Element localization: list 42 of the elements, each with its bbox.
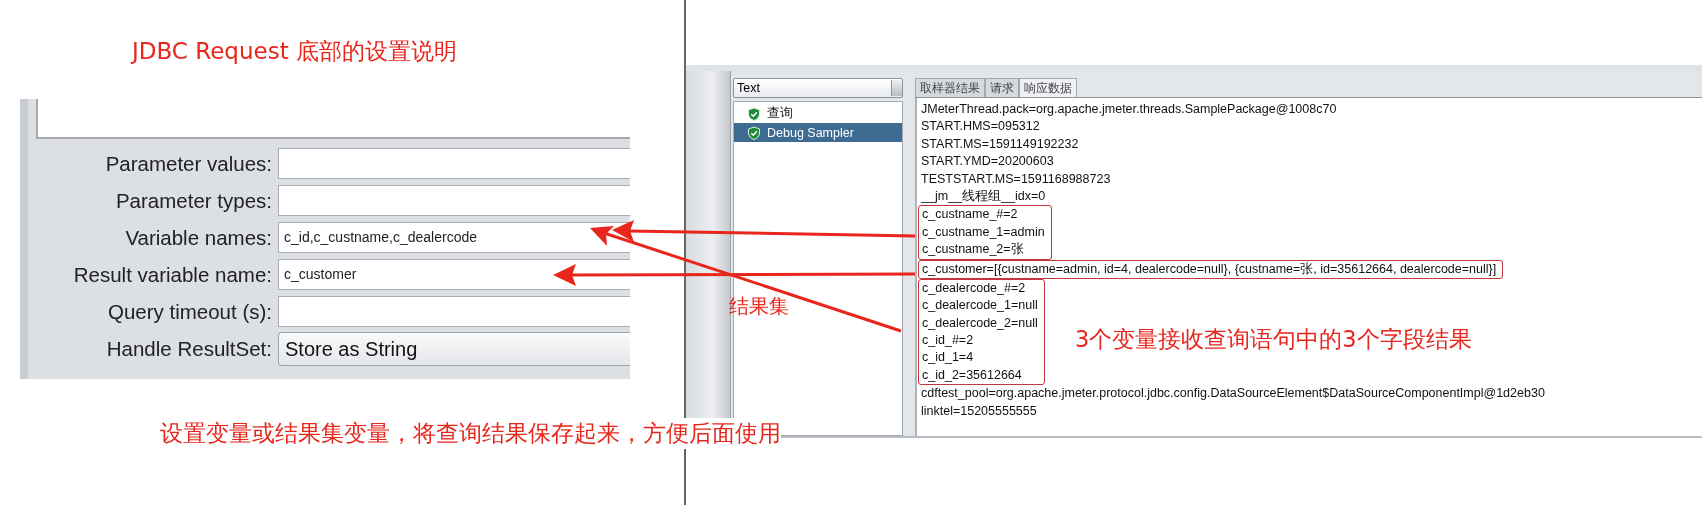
response-line: c_id_1=4: [921, 349, 975, 367]
response-line: JMeterThread.pack=org.apache.jmeter.threads.SamplePackage@1008c70: [920, 101, 1338, 118]
input-field[interactable]: c_customer: [278, 259, 630, 290]
tab[interactable]: 取样器结果: [915, 78, 985, 97]
tree-item[interactable]: Debug Sampler: [734, 123, 902, 142]
response-line: c_custname_2=张: [921, 241, 1025, 259]
input-field[interactable]: [278, 185, 630, 216]
shield-check-icon: [747, 106, 761, 121]
tab[interactable]: 请求: [985, 78, 1019, 97]
response-line: TESTSTART.MS=1591168988723: [920, 170, 1112, 188]
response-line: c_custname_#=2: [921, 206, 1019, 224]
response-line: c_dealercode_2=null: [921, 314, 1038, 332]
response-line: START.HMS=095312: [920, 118, 1041, 136]
renderer-dropdown[interactable]: Text: [733, 78, 903, 98]
annotation-note: 设置变量或结果集变量，将查询结果保存起来，方便后面使用: [160, 418, 781, 449]
field-label: Handle ResultSet:: [105, 336, 273, 361]
input-field[interactable]: c_id,c_custname,c_dealercode: [278, 222, 630, 253]
response-line: START.MS=1591149192232: [920, 135, 1080, 153]
field-label: Query timeout (s):: [106, 299, 273, 324]
field-label: Variable names:: [124, 225, 273, 250]
response-line: c_customer=[{custname=admin, id=4, dealercode=null}, {custname=张, id=35612664, dealercode=null}]: [921, 260, 1497, 278]
response-line: c_id_2=35612664: [921, 366, 1023, 384]
annotation-label: 结果集: [729, 293, 789, 320]
shield-check-icon: [747, 125, 761, 140]
tree-item[interactable]: 查询: [734, 104, 902, 123]
response-line: linktel=15205555555: [920, 402, 1038, 420]
response-line: START.YMD=20200603: [920, 153, 1055, 171]
tab[interactable]: 响应数据: [1019, 78, 1077, 97]
response-line: c_dealercode_#=2: [921, 279, 1027, 297]
response-line: __jm__线程组__idx=0: [920, 187, 1047, 205]
response-line: c_id_#=2: [921, 332, 975, 350]
response-line: c_dealercode_1=null: [921, 297, 1038, 315]
response-line: cdftest_pool=org.apache.jmeter.protocol.jdbc.config.DataSourceElement$DataSourceComponentImpl@1d2eb30: [920, 385, 1546, 403]
annotation-note: 3个变量接收查询语句中的3个字段结果: [1075, 325, 1472, 354]
response-line: c_custname_1=admin: [921, 223, 1045, 241]
annotation-title: JDBC Request 底部的设置说明: [132, 37, 458, 66]
field-label: Parameter values:: [104, 151, 273, 176]
dropdown[interactable]: Store as String: [278, 331, 630, 366]
field-label: Result variable name:: [72, 262, 273, 287]
field-label: Parameter types:: [114, 188, 273, 213]
input-field[interactable]: [278, 296, 630, 327]
input-field[interactable]: [278, 148, 630, 179]
